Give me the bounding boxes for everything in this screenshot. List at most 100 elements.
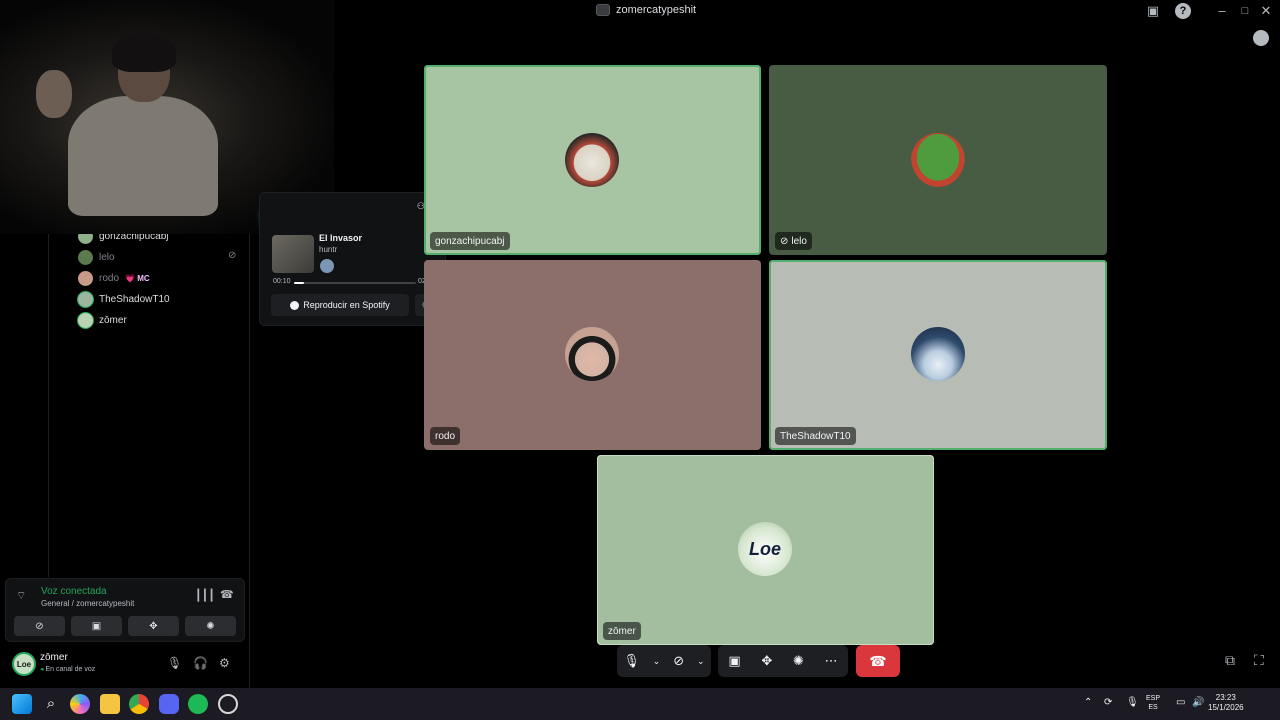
avatar bbox=[911, 327, 965, 381]
voice-status[interactable]: Voz conectada bbox=[41, 586, 107, 597]
status-badge: 💗 MC bbox=[125, 273, 150, 283]
video-tile-theshadowt10[interactable]: TheShadowT10 bbox=[769, 260, 1107, 450]
minimize-button[interactable]: – bbox=[1214, 3, 1230, 19]
video-tile-zomer[interactable]: Loe zōmer bbox=[597, 455, 934, 645]
search-icon[interactable]: ⌕ bbox=[41, 694, 61, 714]
video-tile-lelo[interactable]: ⊘ lelo bbox=[769, 65, 1107, 255]
tile-name-label: TheShadowT10 bbox=[775, 427, 856, 445]
activities-button[interactable]: ✥ bbox=[761, 653, 772, 669]
track-artist: huntr bbox=[319, 245, 338, 254]
language-indicator[interactable]: ESP ES bbox=[1146, 694, 1160, 712]
tile-name-label: zōmer bbox=[603, 622, 641, 640]
avatar bbox=[565, 133, 619, 187]
tile-name: gonzachipucabj bbox=[435, 235, 505, 247]
fullscreen-icon[interactable]: ⛶ bbox=[1254, 652, 1264, 669]
avatar: Loe bbox=[738, 522, 792, 576]
maximize-button[interactable]: □ bbox=[1237, 3, 1253, 19]
server-icon bbox=[596, 4, 610, 16]
network-icon[interactable]: ▭ bbox=[1176, 697, 1185, 708]
soundboard-button[interactable]: ✺ bbox=[185, 616, 236, 636]
chevron-down-icon[interactable]: ⌄ bbox=[653, 656, 661, 667]
avatar bbox=[78, 312, 93, 328]
webcam-figure bbox=[112, 34, 176, 72]
voice-channel[interactable]: General / zomercatypeshit bbox=[41, 599, 134, 608]
spotify-activity-popup: ⚇ 5 El Invasor huntr 00:10 02:11 Reprodu… bbox=[259, 192, 446, 326]
spotify-icon bbox=[290, 300, 300, 310]
microphone-button[interactable]: 🎙 bbox=[623, 653, 640, 669]
speaker-icon: ◂ bbox=[40, 666, 44, 673]
disconnect-icon[interactable]: ☎ bbox=[220, 588, 234, 601]
avatar bbox=[78, 270, 93, 286]
avatar[interactable]: Loe bbox=[12, 652, 36, 676]
video-tile-gonzachipucabj[interactable]: gonzachipucabj bbox=[424, 65, 761, 255]
disconnect-button[interactable]: ☎ bbox=[856, 645, 900, 677]
user-panel: Loe zōmer ◂ En canal de voz 🎙 🎧 ⚙ bbox=[5, 646, 245, 682]
microphone-icon[interactable]: 🎙 bbox=[1126, 697, 1139, 708]
soundboard-button[interactable]: ✺ bbox=[793, 653, 804, 669]
clock-date: 15/1/2026 bbox=[1208, 703, 1244, 712]
microphone-icon[interactable]: 🎙 bbox=[167, 656, 182, 670]
more-options-button[interactable]: ⋯ bbox=[825, 653, 838, 669]
headphones-icon[interactable]: 🎧 bbox=[193, 656, 208, 670]
voice-member[interactable]: rodo 💗 MC bbox=[78, 269, 150, 287]
discord-icon[interactable] bbox=[159, 694, 179, 714]
screen-share-icon: ▣ bbox=[91, 620, 102, 632]
camera-off-button[interactable]: ⊘ bbox=[14, 616, 65, 636]
tile-name-label: gonzachipucabj bbox=[430, 232, 510, 250]
soundwave-icon[interactable]: ┃┃┃ bbox=[195, 589, 215, 602]
window-title: zomercatypeshit bbox=[596, 4, 696, 16]
chrome-icon[interactable] bbox=[129, 694, 149, 714]
voice-member[interactable]: lelo bbox=[78, 248, 115, 266]
voice-connected-panel: ⌔ Voz conectada General / zomercatypeshi… bbox=[5, 578, 245, 642]
activity-controls: ▣ ✥ ✺ ⋯ bbox=[718, 645, 848, 677]
username[interactable]: zōmer bbox=[40, 652, 68, 663]
avatar bbox=[565, 327, 619, 381]
avatar bbox=[78, 249, 93, 265]
screen-share-button[interactable]: ▣ bbox=[728, 653, 740, 669]
album-art bbox=[272, 235, 314, 273]
signal-icon[interactable]: ⌔ bbox=[16, 589, 26, 603]
play-label: Reproducir en Spotify bbox=[303, 300, 390, 310]
window-title-text: zomercatypeshit bbox=[616, 4, 697, 16]
track-title: El Invasor bbox=[319, 233, 363, 243]
video-off-icon: ⊘ bbox=[228, 250, 237, 261]
tile-name: lelo bbox=[791, 235, 807, 247]
chevron-down-icon[interactable]: ⌄ bbox=[697, 656, 705, 667]
chat-icon[interactable] bbox=[1253, 30, 1269, 46]
clock-time: 23:23 bbox=[1215, 693, 1236, 702]
voice-member[interactable]: TheShadowT10 bbox=[78, 290, 170, 308]
progress-bar[interactable] bbox=[294, 282, 416, 284]
popout-icon[interactable]: ⧉ bbox=[1225, 652, 1235, 669]
activities-button[interactable]: ✥ bbox=[128, 616, 179, 636]
screen-share-button[interactable]: ▣ bbox=[71, 616, 122, 636]
close-button[interactable]: ✕ bbox=[1258, 3, 1274, 19]
windows-start-icon[interactable] bbox=[12, 694, 32, 714]
tile-name-label: ⊘ lelo bbox=[775, 232, 812, 250]
avatar bbox=[78, 291, 93, 307]
chevron-up-icon[interactable]: ⌃ bbox=[1084, 697, 1092, 708]
app-icon[interactable] bbox=[218, 694, 238, 714]
play-on-spotify-button[interactable]: Reproducir en Spotify bbox=[271, 294, 409, 316]
camera-off-button[interactable]: ⊘ bbox=[673, 653, 684, 669]
volume-icon[interactable]: 🔊 bbox=[1192, 697, 1204, 708]
keyboard-layout: ES bbox=[1148, 704, 1158, 711]
progress-fill bbox=[294, 282, 304, 284]
language-code: ESP bbox=[1146, 695, 1161, 702]
sync-icon[interactable]: ⟳ bbox=[1104, 697, 1112, 708]
listener-avatar bbox=[320, 259, 334, 273]
spotify-icon[interactable] bbox=[188, 694, 208, 714]
soundboard-icon: ✺ bbox=[206, 620, 215, 632]
audio-video-controls: 🎙 ⌄ ⊘ ⌄ bbox=[617, 645, 711, 677]
help-icon[interactable]: ? bbox=[1175, 3, 1191, 19]
activities-icon: ✥ bbox=[149, 620, 158, 632]
tile-name-label: rodo bbox=[430, 427, 461, 445]
copilot-icon[interactable] bbox=[70, 694, 90, 714]
clock[interactable]: 23:23 15/1/2026 bbox=[1208, 693, 1244, 713]
settings-gear-icon[interactable]: ⚙ bbox=[219, 656, 230, 670]
hangup-icon: ☎ bbox=[869, 652, 887, 669]
voice-member[interactable]: zōmer bbox=[78, 311, 127, 329]
time-elapsed: 00:10 bbox=[273, 278, 291, 285]
video-tile-rodo[interactable]: rodo bbox=[424, 260, 761, 450]
file-explorer-icon[interactable] bbox=[100, 694, 120, 714]
inbox-icon[interactable]: ▣ bbox=[1145, 3, 1161, 19]
